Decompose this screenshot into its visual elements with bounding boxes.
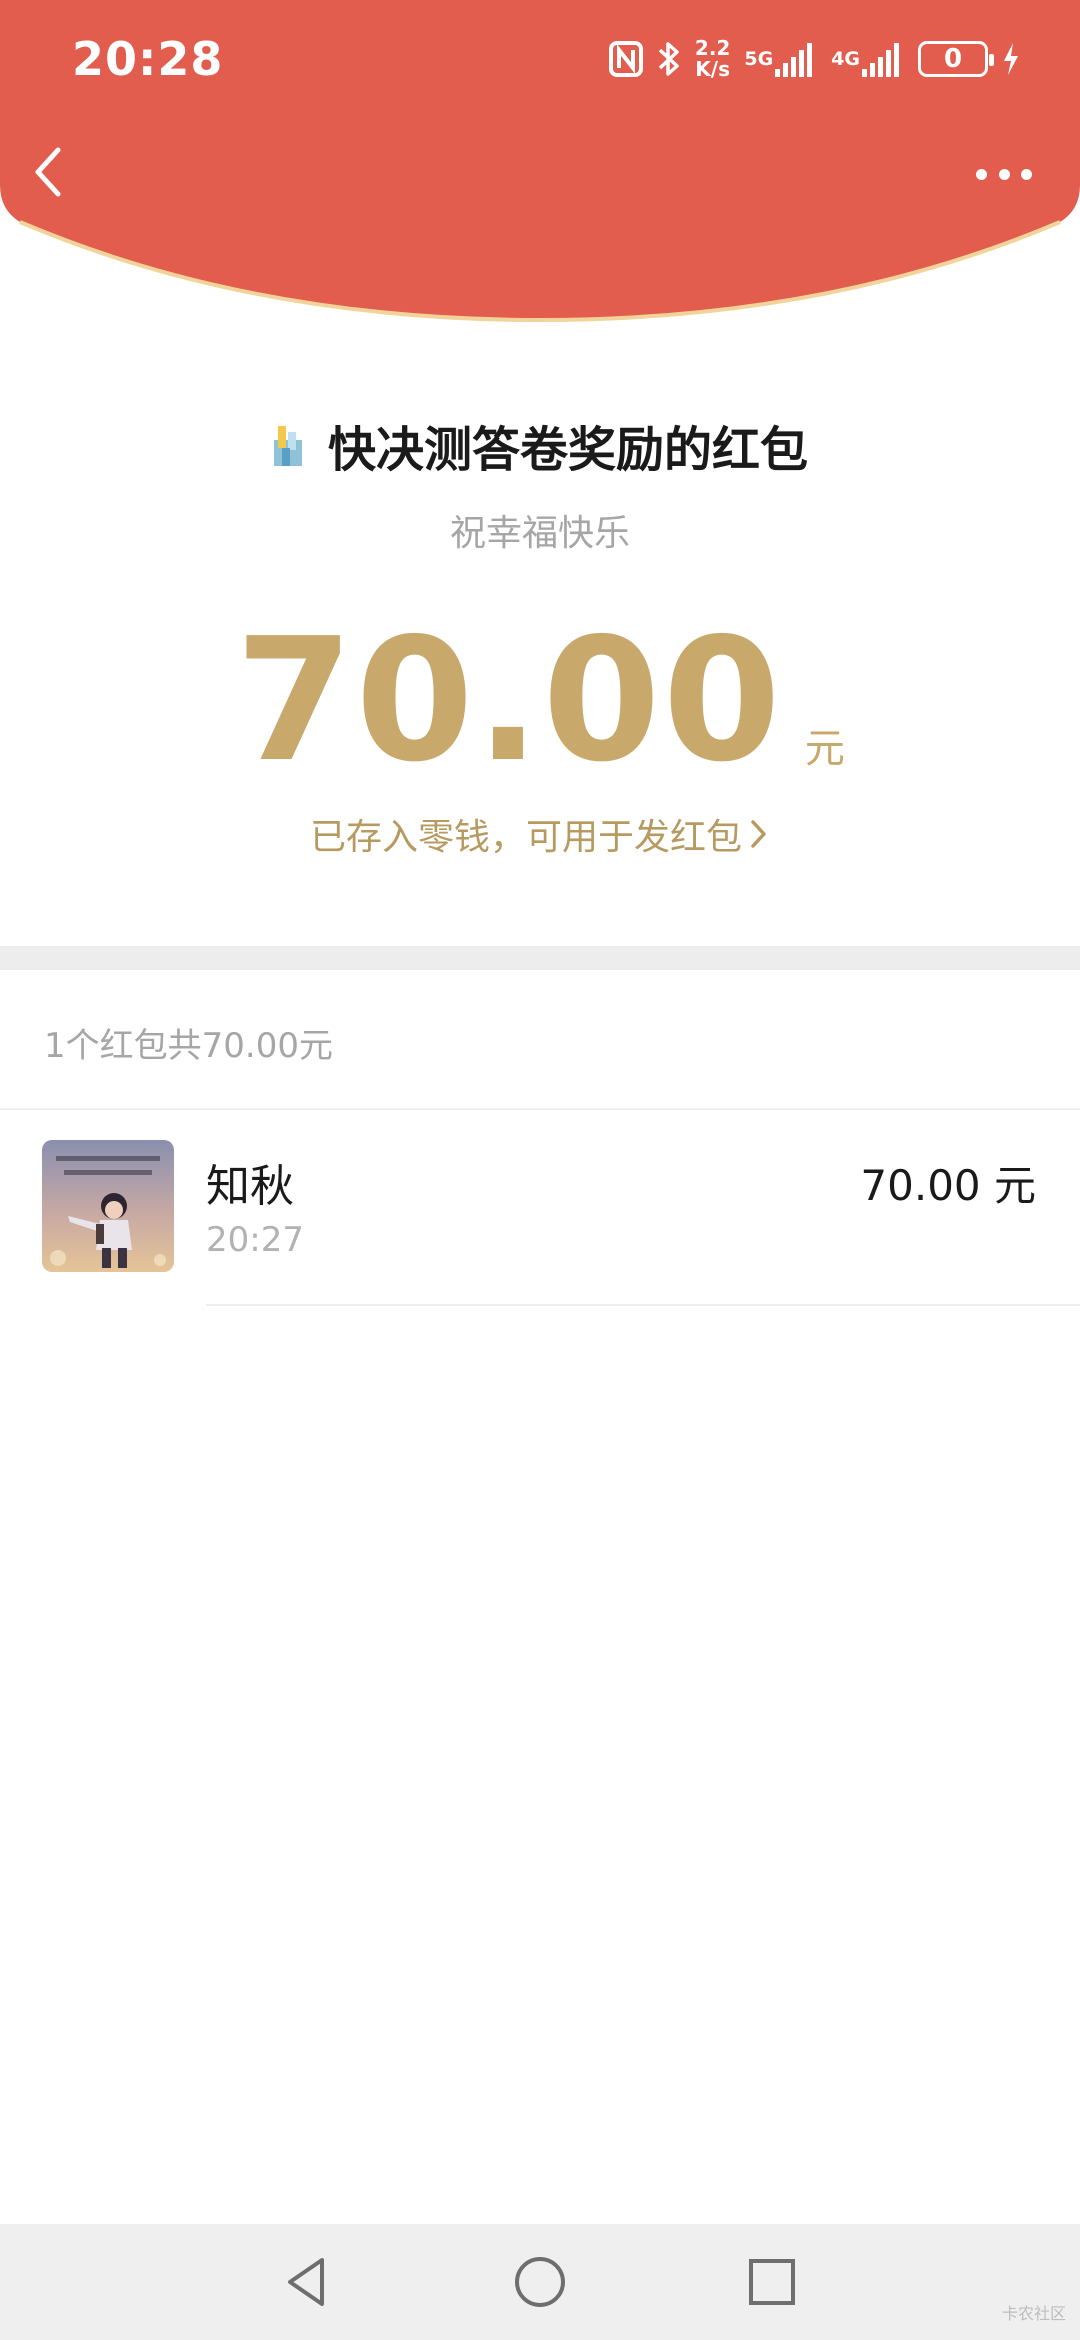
amount-row: 70.00 元	[0, 616, 1080, 786]
packet-title-row: 快决测答卷奖励的红包	[0, 410, 1080, 480]
square-recents-icon	[749, 2259, 795, 2305]
triangle-back-icon	[288, 2258, 324, 2306]
more-options-button[interactable]	[976, 162, 1032, 186]
watermark: 卡农社区	[1001, 2304, 1066, 2323]
blessing-text: 祝幸福快乐	[449, 513, 630, 554]
section-divider	[0, 946, 1080, 970]
header: 20:28 2.2 K/s 5G 4G 0	[0, 0, 1080, 330]
signal-5g-icon: 5G	[744, 39, 817, 79]
status-bar: 20:28 2.2 K/s 5G 4G 0	[0, 0, 1080, 120]
battery-icon: 0	[918, 41, 994, 77]
record-amount: 70.00 元	[860, 1161, 1036, 1210]
system-home-button[interactable]	[508, 2250, 572, 2314]
sender-name: 知秋	[206, 1161, 294, 1212]
circle-home-icon	[515, 2257, 565, 2307]
back-button[interactable]	[30, 142, 70, 202]
sim1-label: 5G	[744, 48, 774, 70]
more-dot-icon	[976, 168, 987, 180]
sender-logo-icon	[273, 426, 302, 466]
system-navigation-bar	[0, 2224, 1080, 2340]
status-icons: 2.2 K/s 5G 4G 0	[608, 34, 1020, 84]
stored-to-wallet-link[interactable]: 已存入零钱，可用于发红包	[0, 808, 1080, 860]
anime-boy-avatar-icon	[42, 1140, 174, 1272]
list-item[interactable]: 知秋 20:27 70.00 元	[0, 1110, 1080, 1306]
system-back-button[interactable]	[276, 2250, 340, 2314]
more-dot-icon	[998, 168, 1010, 180]
stored-to-wallet-text: 已存入零钱，可用于发红包	[309, 817, 742, 858]
packet-count-summary: 1个红包共70.00元	[44, 1026, 333, 1066]
list-item-divider	[206, 1304, 1080, 1306]
sim2-label: 4G	[831, 48, 860, 70]
avatar[interactable]	[42, 1140, 174, 1272]
status-time: 20:28	[72, 32, 224, 86]
system-recents-button[interactable]	[740, 2250, 804, 2314]
more-dot-icon	[1021, 168, 1032, 180]
amount-unit: 元	[804, 726, 845, 772]
nfc-icon	[608, 41, 643, 77]
receive-time: 20:27	[206, 1220, 304, 1260]
signal-4g-icon: 4G	[831, 39, 904, 79]
bluetooth-icon	[657, 40, 681, 78]
net-speed-unit: K/s	[695, 57, 730, 81]
packet-amount: 70.00	[235, 602, 783, 800]
battery-level: 0	[943, 44, 963, 74]
charging-icon	[1002, 42, 1020, 76]
network-speed: 2.2 K/s	[695, 38, 730, 80]
packet-title: 快决测答卷奖励的红包	[327, 422, 808, 478]
chevron-left-icon	[35, 147, 61, 197]
chevron-right-icon	[751, 820, 766, 848]
red-packet-detail-screen: 20:28 2.2 K/s 5G 4G 0 快决测答卷奖励的红包 祝幸福快乐 7…	[0, 0, 1080, 2340]
